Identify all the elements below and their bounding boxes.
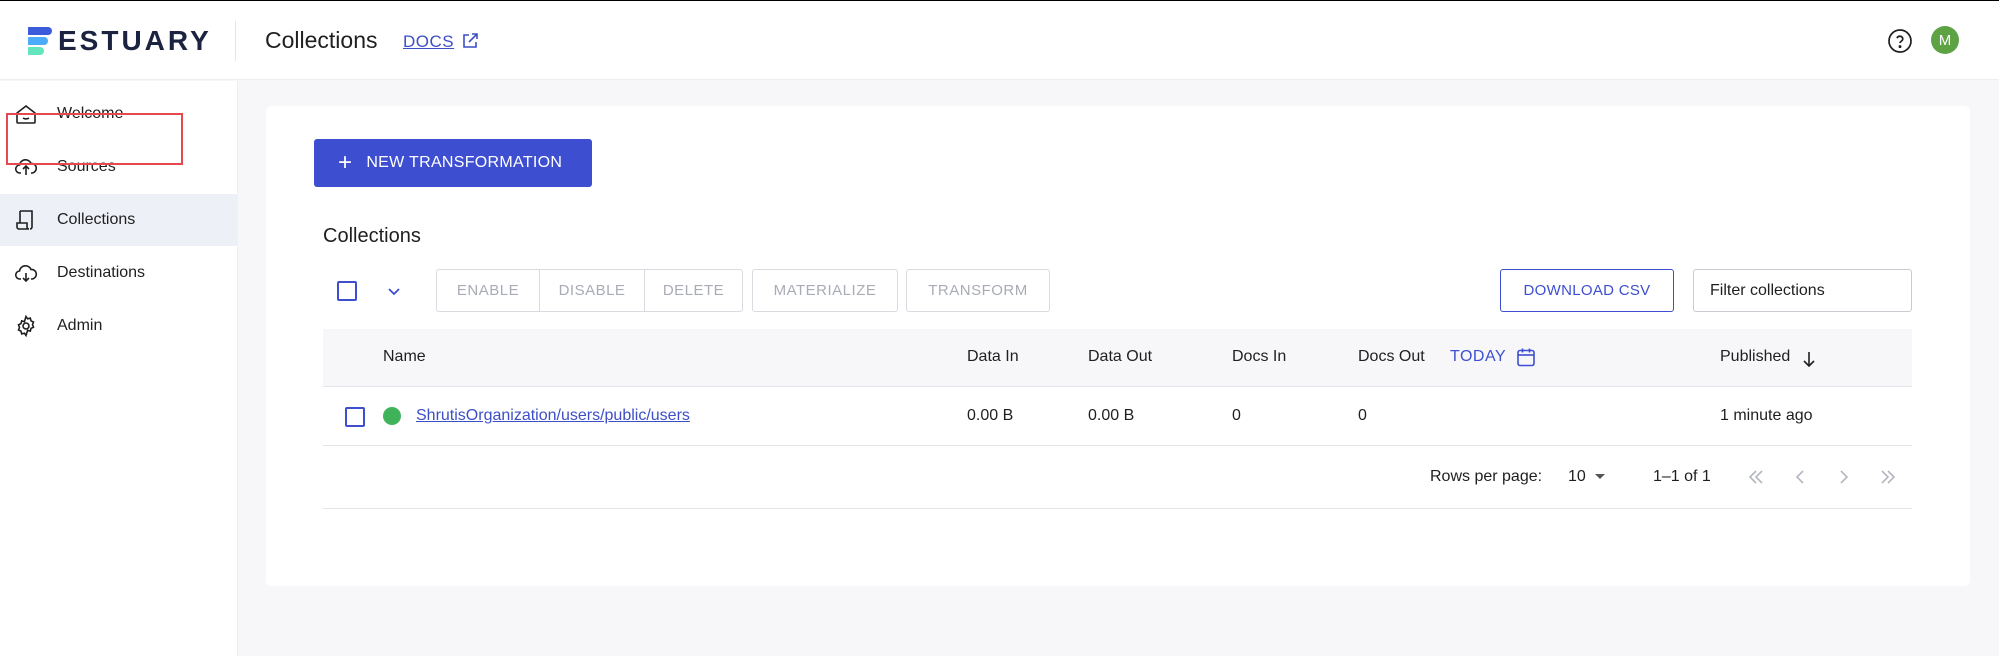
row-docs-out: 0 — [1358, 407, 1367, 424]
column-data-out: Data Out — [1088, 348, 1153, 365]
download-csv-button[interactable]: DOWNLOAD CSV — [1500, 269, 1674, 312]
row-data-out: 0.00 B — [1088, 407, 1135, 424]
previous-page-icon[interactable] — [1789, 466, 1811, 488]
delete-button[interactable]: DELETE — [644, 270, 742, 311]
materialize-button[interactable]: MATERIALIZE — [753, 270, 897, 311]
bulk-action-group: ENABLE DISABLE DELETE — [436, 269, 743, 312]
logo-mark-icon — [28, 27, 52, 55]
avatar[interactable]: M — [1931, 26, 1959, 54]
row-published: 1 minute ago — [1720, 407, 1813, 424]
next-page-icon[interactable] — [1833, 466, 1855, 488]
docs-link[interactable]: DOCS — [403, 32, 454, 52]
pagination-range: 1–1 of 1 — [1653, 468, 1711, 485]
stats-range-label[interactable]: TODAY — [1450, 348, 1506, 366]
column-data-in: Data In — [967, 348, 1019, 365]
last-page-icon[interactable] — [1877, 466, 1899, 488]
column-docs-out: Docs Out — [1358, 348, 1425, 365]
column-docs-in: Docs In — [1232, 348, 1287, 365]
enable-button[interactable]: ENABLE — [437, 270, 539, 311]
plus-icon: + — [338, 149, 353, 176]
section-title: Collections — [323, 225, 421, 247]
gear-icon — [17, 314, 35, 338]
collection-link[interactable]: ShrutisOrganization/users/public/users — [416, 407, 690, 425]
collections-icon — [16, 210, 33, 230]
new-transformation-button[interactable]: + NEW TRANSFORMATION — [314, 139, 592, 187]
help-icon[interactable] — [1887, 28, 1913, 54]
calendar-icon[interactable] — [1515, 346, 1537, 368]
sidebar-item-label: Destinations — [57, 264, 146, 281]
sidebar: Welcome Sources Collections Destinations… — [0, 81, 238, 656]
materialize-group: MATERIALIZE — [752, 269, 898, 312]
sidebar-item-label: Admin — [57, 317, 103, 334]
column-published[interactable]: Published — [1720, 348, 1790, 366]
sort-descending-icon[interactable] — [1801, 350, 1817, 368]
filter-collections-input[interactable] — [1693, 269, 1912, 312]
row-checkbox[interactable] — [345, 407, 365, 427]
disable-button[interactable]: DISABLE — [539, 270, 644, 311]
select-all-checkbox[interactable] — [337, 281, 357, 301]
top-bar: ESTUARY Collections DOCS M — [0, 0, 1999, 80]
column-name[interactable]: Name — [383, 348, 426, 366]
new-transformation-label: NEW TRANSFORMATION — [366, 154, 563, 171]
sidebar-item-label: Collections — [57, 211, 136, 228]
header-divider — [235, 21, 236, 61]
table-header: Name Data In Data Out Docs In Docs Out P… — [323, 329, 1912, 387]
status-indicator — [383, 407, 401, 425]
caret-down-icon[interactable] — [1595, 474, 1605, 479]
rows-per-page-label: Rows per page: — [1430, 468, 1543, 485]
brand-name: ESTUARY — [58, 25, 212, 56]
sidebar-item-collections[interactable]: Collections — [0, 194, 238, 246]
cloud-download-icon — [14, 265, 38, 283]
transform-group: TRANSFORM — [906, 269, 1050, 312]
transform-button[interactable]: TRANSFORM — [907, 270, 1049, 311]
sidebar-item-destinations[interactable]: Destinations — [0, 247, 238, 299]
estuary-logo[interactable]: ESTUARY — [28, 23, 212, 59]
row-docs-in: 0 — [1232, 407, 1241, 424]
row-data-in: 0.00 B — [967, 407, 1014, 424]
first-page-icon[interactable] — [1745, 466, 1767, 488]
rows-per-page-select[interactable]: 10 — [1568, 468, 1586, 486]
sidebar-item-admin[interactable]: Admin — [0, 300, 238, 352]
active-highlight-box — [6, 113, 183, 165]
page-title: Collections — [265, 27, 378, 53]
chevron-down-icon[interactable] — [384, 281, 404, 301]
external-link-icon[interactable] — [460, 31, 480, 51]
